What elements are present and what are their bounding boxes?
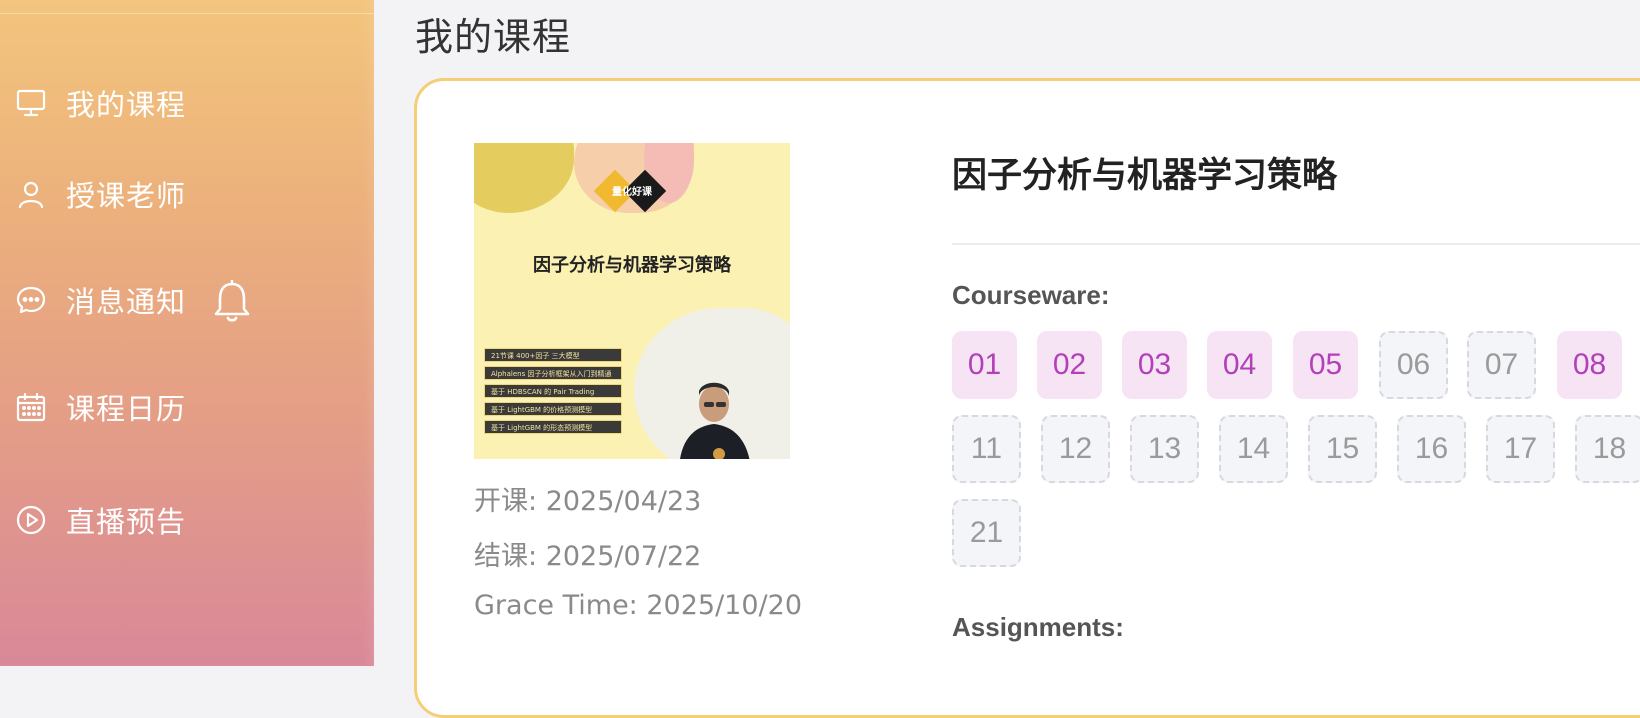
sidebar-item-my-courses[interactable]: 我的课程 bbox=[0, 73, 374, 133]
sidebar-item-live-preview[interactable]: 直播预告 bbox=[0, 490, 374, 550]
calendar-icon bbox=[14, 390, 48, 424]
user-icon bbox=[14, 177, 48, 211]
course-cover-image[interactable]: 量化好课 因子分析与机器学习策略 21节课 400+因子 三大模型 Alphal… bbox=[474, 143, 790, 459]
sidebar-item-label: 消息通知 bbox=[66, 285, 187, 319]
sidebar-item-notifications[interactable]: 消息通知 bbox=[0, 270, 374, 330]
cover-title: 因子分析与机器学习策略 bbox=[533, 255, 731, 276]
cover-tag: Alphalens 因子分析框架从入门到精通 bbox=[484, 366, 622, 380]
instructor-photo bbox=[680, 382, 750, 459]
cover-tag: 基于 LightGBM 的形态预测模型 bbox=[484, 420, 622, 434]
main-content: 我的课程 量化好课 因子分析与机器学习策略 21节课 400+因子 三大模型 A… bbox=[374, 0, 1640, 718]
courseware-item[interactable]: 17 bbox=[1486, 415, 1555, 483]
courseware-item[interactable]: 15 bbox=[1308, 415, 1377, 483]
end-date: 结课: 2025/07/22 bbox=[474, 534, 701, 573]
start-date-value: 2025/04/23 bbox=[545, 486, 702, 517]
courseware-label: Courseware: bbox=[952, 280, 1110, 310]
sidebar-item-teachers[interactable]: 授课老师 bbox=[0, 164, 374, 224]
cover-tag: 基于 LightGBM 的价格预测模型 bbox=[484, 402, 622, 416]
course-card: 量化好课 因子分析与机器学习策略 21节课 400+因子 三大模型 Alphal… bbox=[414, 78, 1640, 718]
sidebar-item-label: 我的课程 bbox=[66, 88, 187, 122]
assignments-label: Assignments: bbox=[952, 612, 1124, 642]
course-title: 因子分析与机器学习策略 bbox=[952, 156, 1338, 196]
start-date: 开课: 2025/04/23 bbox=[474, 479, 701, 518]
courseware-item[interactable]: 02 bbox=[1037, 331, 1102, 399]
courseware-item[interactable]: 11 bbox=[952, 415, 1021, 483]
courseware-item[interactable]: 16 bbox=[1397, 415, 1466, 483]
grace-time-label: Grace Time: bbox=[474, 590, 638, 621]
cover-tags: 21节课 400+因子 三大模型 Alphalens 因子分析框架从入门到精通 … bbox=[484, 348, 622, 438]
grace-time-value: 2025/10/20 bbox=[646, 590, 802, 621]
courseware-item[interactable]: 03 bbox=[1122, 331, 1187, 399]
courseware-item[interactable]: 08 bbox=[1557, 331, 1622, 399]
courseware-item[interactable]: 05 bbox=[1293, 331, 1358, 399]
sidebar: 我的课程 授课老师 消息通知 课程日历 直播预告 bbox=[0, 0, 374, 666]
courseware-item[interactable]: 07 bbox=[1467, 331, 1536, 399]
cover-tag: 基于 HDBSCAN 的 Pair Trading bbox=[484, 384, 622, 398]
courseware-item[interactable]: 14 bbox=[1219, 415, 1288, 483]
cover-tag: 21节课 400+因子 三大模型 bbox=[484, 348, 622, 362]
divider bbox=[952, 243, 1640, 245]
bell-icon[interactable] bbox=[208, 276, 256, 324]
page-title: 我的课程 bbox=[415, 15, 572, 59]
courseware-item[interactable]: 21 bbox=[952, 499, 1021, 567]
courseware-item[interactable]: 06 bbox=[1379, 331, 1448, 399]
courseware-item[interactable]: 04 bbox=[1207, 331, 1272, 399]
sidebar-divider bbox=[0, 13, 374, 14]
chat-icon bbox=[14, 283, 48, 317]
sidebar-item-label: 授课老师 bbox=[66, 179, 187, 213]
brand-logo-text: 量化好课 bbox=[612, 187, 652, 198]
grace-time: Grace Time: 2025/10/20 bbox=[474, 590, 802, 621]
sidebar-item-label: 直播预告 bbox=[66, 505, 187, 539]
end-date-value: 2025/07/22 bbox=[545, 541, 702, 572]
start-date-label: 开课: bbox=[474, 486, 538, 517]
courseware-item[interactable]: 18 bbox=[1575, 415, 1640, 483]
sidebar-item-label: 课程日历 bbox=[66, 392, 187, 426]
brand-logo: 量化好课 bbox=[592, 169, 672, 213]
end-date-label: 结课: bbox=[474, 541, 538, 572]
monitor-icon bbox=[14, 86, 48, 120]
play-circle-icon bbox=[14, 503, 48, 537]
sidebar-item-calendar[interactable]: 课程日历 bbox=[0, 377, 374, 437]
courseware-item[interactable]: 01 bbox=[952, 331, 1017, 399]
courseware-item[interactable]: 13 bbox=[1130, 415, 1199, 483]
courseware-item[interactable]: 12 bbox=[1041, 415, 1110, 483]
